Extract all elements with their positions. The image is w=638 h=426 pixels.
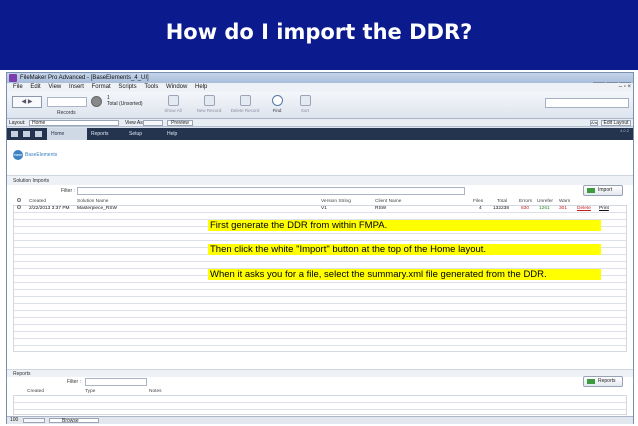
show-all-button[interactable]: Show All	[157, 95, 189, 113]
delete-link[interactable]: Delete	[577, 205, 591, 212]
tab-reports[interactable]: Reports	[87, 128, 125, 140]
zoom-buttons[interactable]	[23, 418, 45, 423]
new-record-icon	[203, 95, 215, 106]
imports-filter-label: Filter :	[61, 188, 75, 194]
filemaker-app-icon	[9, 74, 17, 82]
col-client-name: Client Name	[375, 199, 402, 204]
tab-help[interactable]: Help	[163, 128, 201, 140]
records-label: Records	[57, 110, 76, 116]
solution-imports-band: Solution Imports	[7, 175, 633, 185]
col-unrefer: Unrefer	[537, 199, 553, 204]
view-as-label: View As:	[125, 120, 145, 126]
menu-bar: File Edit View Insert Format Scripts Too…	[7, 83, 633, 92]
logo-text: BaseElements	[25, 152, 58, 158]
reports-arrow-icon	[587, 379, 595, 384]
col-version-string: Version String	[321, 199, 351, 204]
app-nav-bar: Home Reports Setup Help 4.0.2	[7, 128, 633, 140]
delete-record-icon	[239, 95, 251, 106]
status-bar: 100 Browse	[7, 416, 633, 424]
imports-column-headers: Created Solution Name Version String Cli…	[7, 198, 633, 205]
home-icon[interactable]	[23, 131, 30, 137]
menu-insert[interactable]: Insert	[69, 83, 84, 92]
tab-setup[interactable]: Setup	[125, 128, 163, 140]
menu-window[interactable]: Window	[166, 83, 187, 92]
col-created: Created	[29, 199, 47, 204]
cell-solution-name: Masterpiece_RSW	[77, 206, 117, 211]
col-report-notes: Notes	[149, 389, 162, 394]
magnifier-icon	[271, 95, 283, 106]
back-arrow-icon[interactable]	[11, 131, 18, 137]
menu-tools[interactable]: Tools	[144, 83, 158, 92]
reports-button[interactable]: Reports	[583, 376, 623, 387]
table-row[interactable]: 2/22/2013 3:37 PM Masterpiece_RSW V1 RSW…	[7, 205, 633, 212]
cell-version: V1	[321, 206, 327, 211]
col-errors: Errors	[519, 199, 533, 204]
window-title: FileMaker Pro Advanced - [BaseElements_4…	[20, 75, 149, 81]
menu-help[interactable]: Help	[195, 83, 207, 92]
version-label: 4.0.2	[620, 128, 629, 133]
solution-imports-title: Solution Imports	[13, 178, 50, 184]
new-record-button[interactable]: New Record	[193, 95, 225, 113]
cell-client: RSW	[375, 206, 387, 211]
import-button[interactable]: Import	[583, 185, 623, 196]
col-files: Files	[473, 199, 484, 204]
record-slider[interactable]	[47, 97, 87, 107]
instruction-step-3: When it asks you for a file, select the …	[208, 269, 601, 280]
edit-layout-button[interactable]: Edit Layout	[601, 120, 631, 126]
menu-view[interactable]: View	[48, 83, 61, 92]
reports-column-headers: Created Type Notes	[7, 388, 633, 395]
record-total: Total (Unsorted)	[107, 101, 143, 107]
reports-filter-label: Filter :	[67, 379, 81, 385]
forward-arrow-icon[interactable]	[35, 131, 42, 137]
record-nav-buttons[interactable]: ◀ ▶	[12, 96, 42, 108]
import-arrow-icon	[587, 188, 595, 193]
menu-edit[interactable]: Edit	[30, 83, 40, 92]
filemaker-window: FileMaker Pro Advanced - [BaseElements_4…	[6, 72, 634, 424]
reports-title: Reports	[13, 371, 31, 377]
cell-unrefer: 1261	[539, 206, 550, 211]
col-report-type: Type	[85, 389, 96, 394]
view-as-buttons[interactable]	[143, 120, 163, 126]
layout-content: base BaseElements Solution Imports Filte…	[7, 140, 633, 416]
reports-band: Reports	[7, 369, 633, 377]
cell-files: 4	[479, 206, 482, 211]
reports-list	[13, 395, 627, 415]
formatting-bar-button[interactable]: A/a	[590, 120, 598, 126]
print-link[interactable]: Print	[599, 205, 609, 212]
cell-total: 132238	[493, 206, 510, 211]
cell-errors: 830	[521, 206, 530, 211]
col-report-created: Created	[27, 389, 45, 394]
layout-bar: Layout: Home View As: Preview A/a Edit L…	[7, 119, 633, 127]
slide-title: How do I import the DDR?	[165, 20, 473, 44]
document-window-controls[interactable]: – ▫ ×	[619, 83, 631, 92]
status-toolbar: ◀ ▶ Records 1 Total (Unsorted) Show All …	[7, 92, 633, 119]
imports-filter-input[interactable]	[77, 187, 465, 195]
cell-warn: 301	[559, 206, 568, 211]
col-total: Total	[497, 199, 508, 204]
zoom-level[interactable]: 100	[10, 417, 18, 424]
logo-mark: base	[13, 150, 23, 160]
sort-icon	[299, 95, 311, 106]
menu-file[interactable]: File	[13, 83, 23, 92]
col-warn: Warn	[559, 199, 571, 204]
col-solution-name: Solution Name	[77, 199, 109, 204]
instruction-step-1: First generate the DDR from within FMPA.	[208, 220, 601, 231]
preview-button[interactable]: Preview	[167, 120, 193, 126]
menu-scripts[interactable]: Scripts	[118, 83, 136, 92]
slide-header: How do I import the DDR?	[0, 0, 638, 70]
show-all-icon	[167, 95, 179, 106]
delete-record-button[interactable]: Delete Record	[229, 95, 261, 113]
cell-created: 2/22/2013 3:37 PM	[29, 206, 70, 211]
layout-select[interactable]: Home	[29, 120, 119, 126]
record-pie-icon	[91, 96, 102, 107]
layout-label: Layout:	[9, 120, 26, 126]
quick-find-input[interactable]	[545, 98, 629, 108]
sort-button[interactable]: Sort	[289, 95, 321, 113]
window-titlebar: FileMaker Pro Advanced - [BaseElements_4…	[7, 73, 633, 90]
mode-select[interactable]: Browse	[49, 418, 99, 424]
menu-format[interactable]: Format	[92, 83, 111, 92]
reports-filter-input[interactable]	[85, 378, 147, 386]
tab-home[interactable]: Home	[47, 128, 87, 140]
instruction-step-2: Then click the white "Import" button at …	[208, 244, 601, 255]
